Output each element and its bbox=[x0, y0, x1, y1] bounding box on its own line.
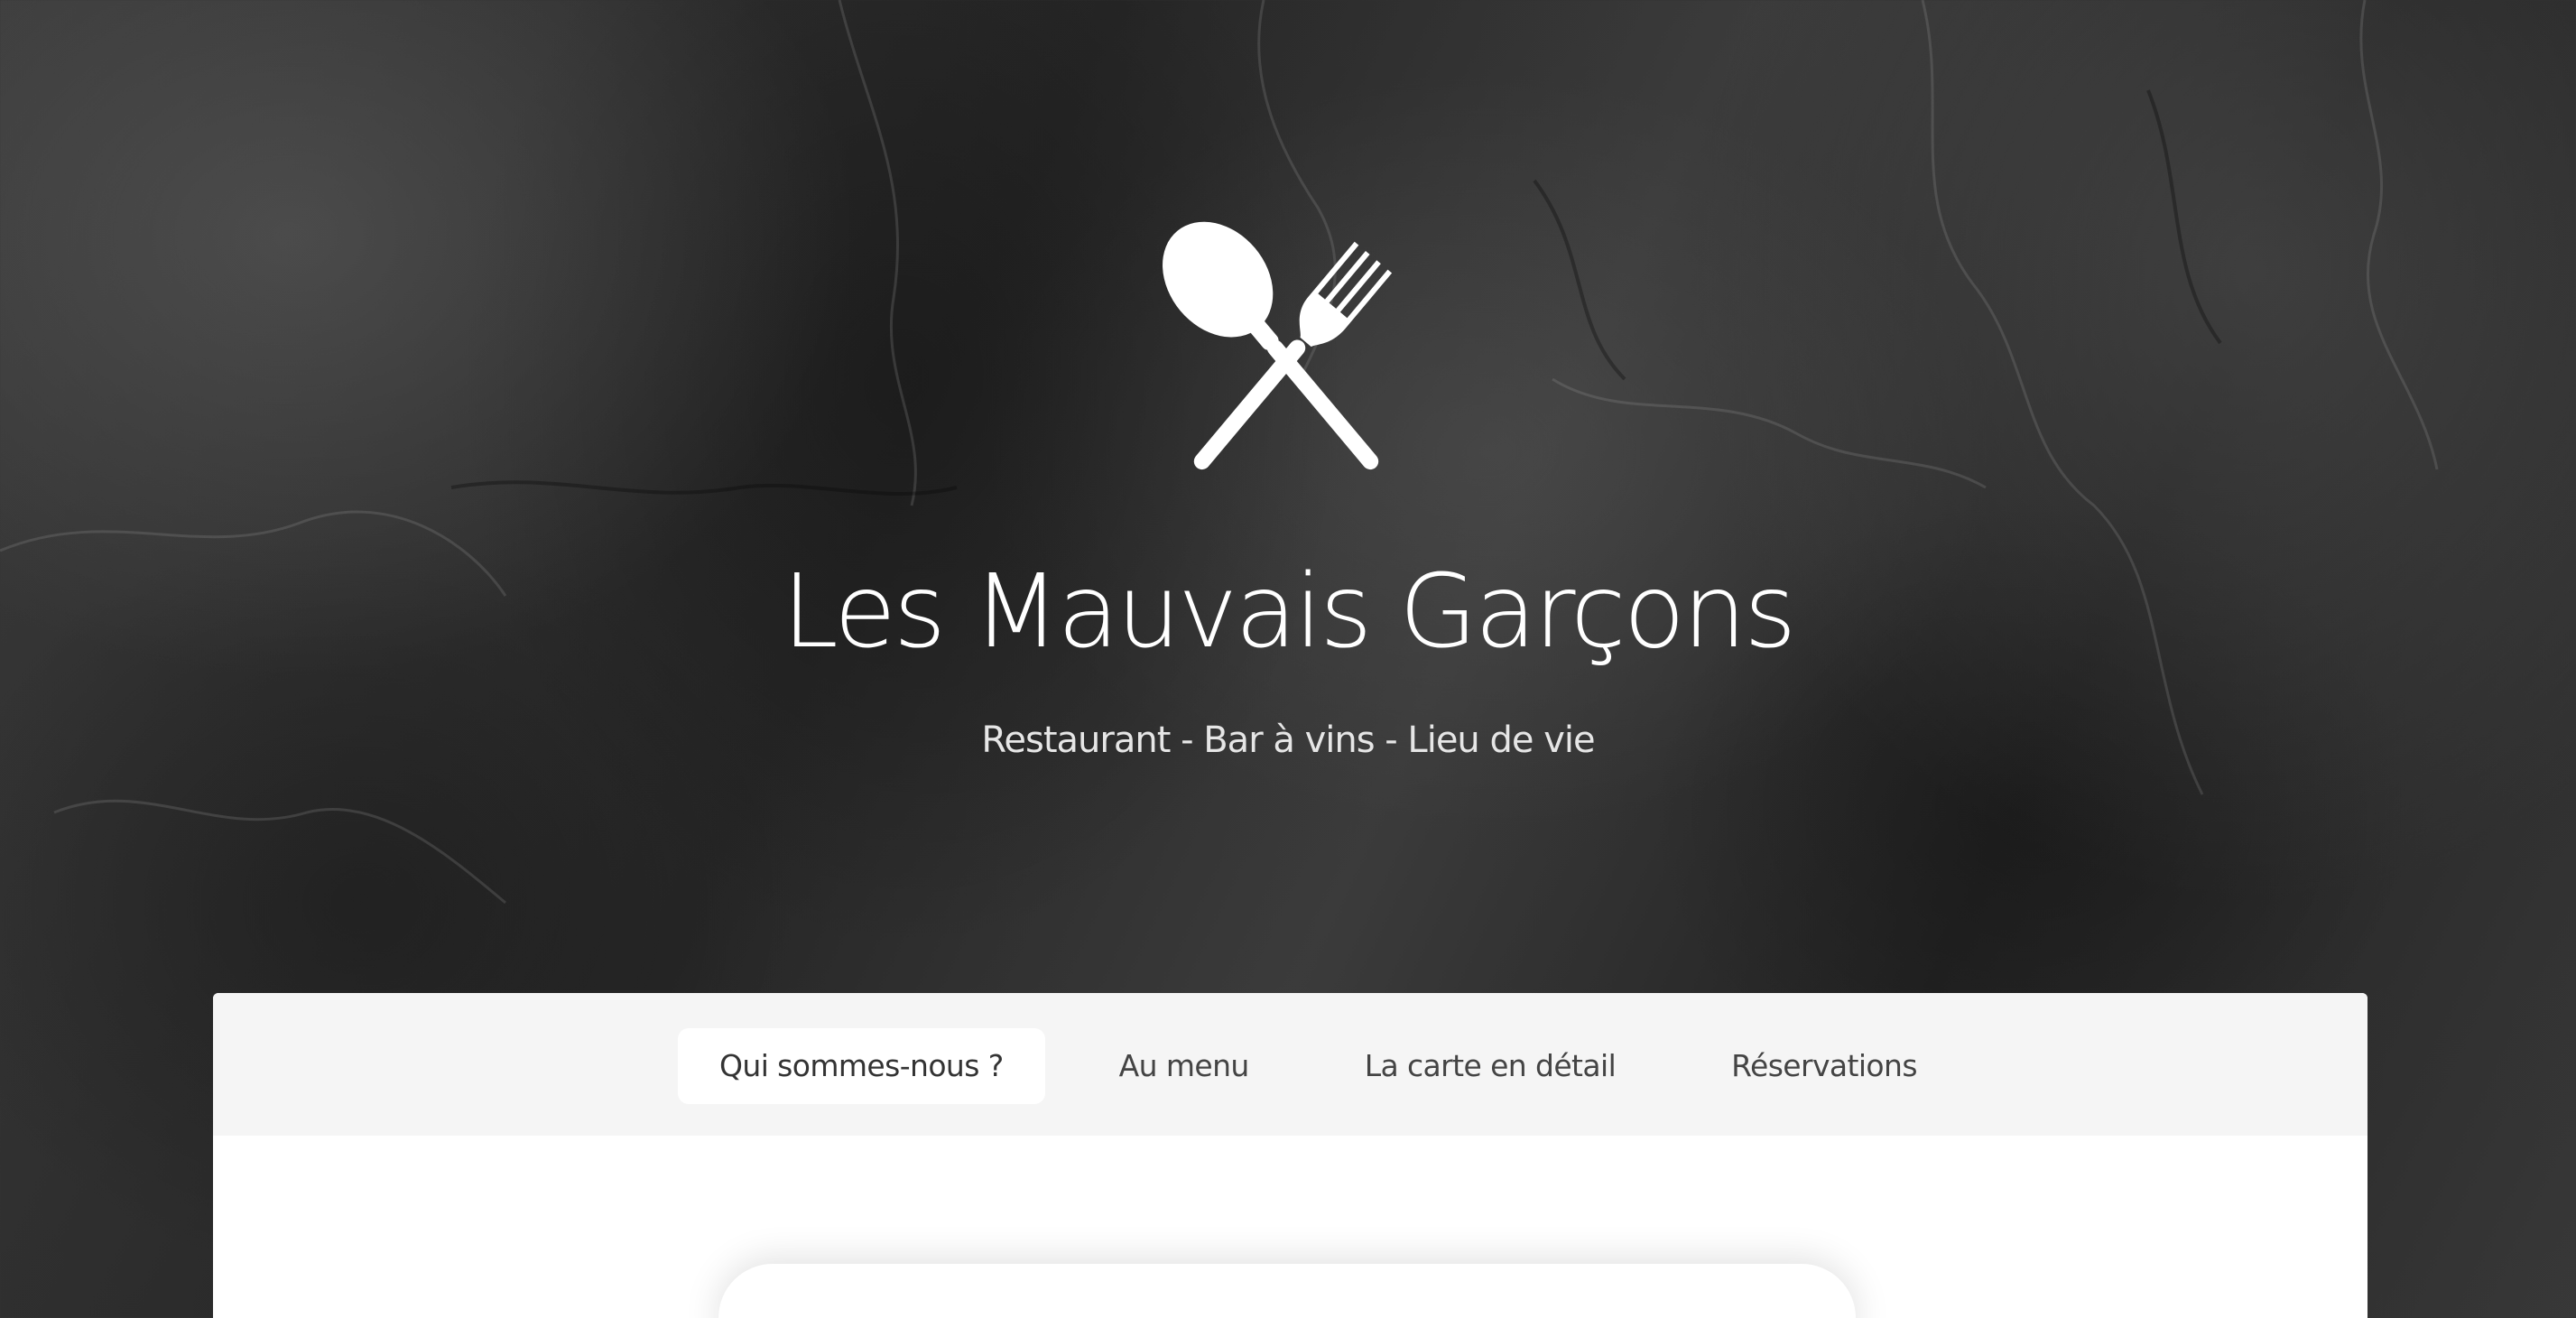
crossed-spoon-fork-icon bbox=[1163, 221, 1393, 470]
content-panel: Qui sommes-nous ? Au menu La carte en dé… bbox=[213, 993, 2368, 1318]
nav-item-au-menu[interactable]: Au menu bbox=[1078, 1028, 1291, 1104]
content-card bbox=[718, 1264, 1856, 1318]
site-subtitle: Restaurant - Bar à vins - Lieu de vie bbox=[981, 719, 1595, 761]
nav-item-qui-sommes-nous[interactable]: Qui sommes-nous ? bbox=[678, 1028, 1045, 1104]
site-title: Les Mauvais Garçons bbox=[782, 553, 1797, 671]
nav-item-la-carte[interactable]: La carte en détail bbox=[1323, 1028, 1657, 1104]
nav-item-reservations[interactable]: Réservations bbox=[1690, 1028, 1959, 1104]
nav-list: Qui sommes-nous ? Au menu La carte en dé… bbox=[678, 1028, 1991, 1104]
hero-header: Les Mauvais Garçons Restaurant - Bar à v… bbox=[0, 0, 2576, 993]
main-nav: Qui sommes-nous ? Au menu La carte en dé… bbox=[213, 993, 2368, 1136]
